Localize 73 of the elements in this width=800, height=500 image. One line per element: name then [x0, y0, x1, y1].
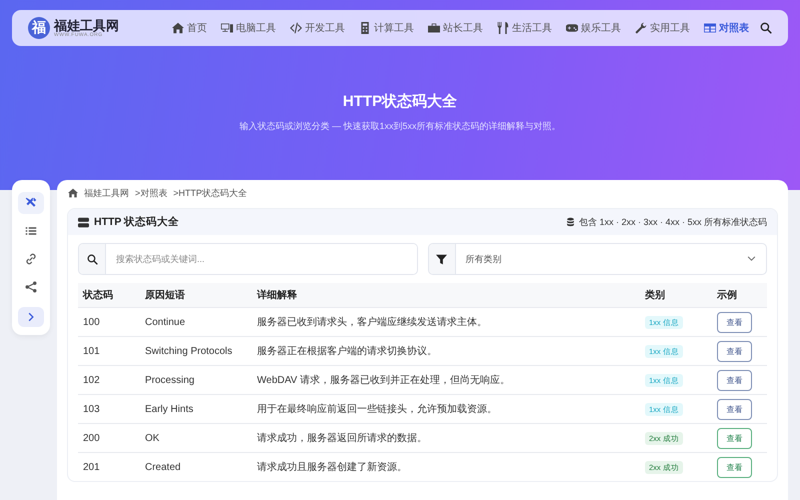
nav-link[interactable]: 开发工具 [283, 21, 352, 35]
nav-link[interactable]: 实用工具 [628, 21, 697, 35]
column-header: 类别 [640, 283, 712, 308]
server-icon [78, 216, 89, 228]
table-cell: Switching Protocols [140, 336, 252, 366]
tools-icon [25, 197, 37, 209]
view-button[interactable]: 查看 [717, 456, 752, 478]
site-name: 福娃工具网 [54, 18, 119, 32]
logo-badge: 福 [28, 17, 50, 39]
expand-button[interactable] [18, 307, 44, 327]
table-cell: 服务器已收到请求头，客户端应继续发送请求主体。 [252, 308, 640, 336]
view-button[interactable]: 查看 [717, 340, 752, 362]
table-icon [704, 22, 716, 34]
nav-link[interactable]: 计算工具 [352, 21, 421, 35]
search-button[interactable] [760, 22, 772, 34]
table-cell: 服务器正在根据客户端的请求切换协议。 [252, 336, 640, 366]
chevron-right-icon [26, 312, 36, 322]
panel-title: HTTP 状态码大全 [94, 215, 180, 229]
search-icon [86, 254, 98, 264]
table-cell: 103 [78, 394, 140, 424]
table-cell: Processing [140, 366, 252, 394]
table-cell: 102 [78, 366, 140, 394]
table-cell: Continue [140, 308, 252, 336]
column-header: 原因短语 [140, 283, 252, 308]
table-cell: WebDAV 请求，服务器已收到并正在处理，但尚无响应。 [252, 366, 640, 394]
utensils-icon [497, 22, 509, 34]
table-cell: 请求成功且服务器创建了新资源。 [252, 452, 640, 481]
search-field[interactable]: 搜索状态码或关键词... [78, 243, 418, 275]
view-button[interactable]: 查看 [717, 312, 752, 332]
breadcrumb-link[interactable]: >对照表 [135, 186, 168, 200]
home-icon [172, 22, 184, 34]
table-cell: OK [140, 424, 252, 452]
column-header: 示例 [712, 283, 767, 308]
breadcrumb-link[interactable]: >HTTP状态码大全 [173, 186, 248, 200]
nav-link[interactable]: 站长工具 [421, 21, 490, 35]
nav-link[interactable]: 对照表 [697, 21, 756, 35]
toolbox-icon [428, 22, 440, 34]
filter-icon [436, 254, 447, 264]
table-cell: Early Hints [140, 394, 252, 424]
view-button[interactable]: 查看 [717, 398, 752, 420]
sidebar-button[interactable] [18, 192, 44, 214]
table-cell: 200 [78, 424, 140, 452]
home-icon [68, 188, 78, 198]
table-cell: 201 [78, 452, 140, 481]
calculator-icon [359, 22, 371, 34]
column-header: 详细解释 [252, 283, 640, 308]
nav-link[interactable]: 生活工具 [490, 21, 559, 35]
gamepad-icon [566, 22, 578, 34]
breadcrumb-link[interactable]: 福娃工具网 [84, 186, 129, 200]
view-button[interactable]: 查看 [717, 370, 752, 390]
page-title: HTTP状态码大全 [342, 92, 458, 111]
list-icon [25, 225, 37, 237]
nav-link[interactable]: 娱乐工具 [559, 21, 628, 35]
code-icon [290, 22, 302, 34]
wrench-icon [635, 22, 647, 34]
monitor-icon [221, 22, 233, 34]
nav-link[interactable]: 电脑工具 [214, 21, 283, 35]
table-cell: 用于在最终响应前返回一些链接头，允许预加载资源。 [252, 394, 640, 424]
search-icon [760, 22, 772, 34]
column-header: 状态码 [78, 283, 140, 308]
chevron-down-icon [747, 254, 756, 263]
table-cell: 请求成功，服务器返回所请求的数据。 [252, 424, 640, 452]
page-subtitle: 输入状态码或浏览分类 — 快速获取1xx到5xx所有标准状态码的详细解释与对照。 [238, 120, 562, 133]
share-icon [25, 281, 37, 293]
coverage-note: 包含 1xx · 2xx · 3xx · 4xx · 5xx 所有标准状态码 [578, 216, 767, 228]
table-cell: 101 [78, 336, 140, 366]
view-button[interactable]: 查看 [717, 428, 752, 448]
category-dropdown[interactable]: 所有类别 [428, 243, 767, 275]
database-icon [566, 217, 575, 227]
nav-link[interactable]: 首页 [165, 21, 214, 35]
table-cell: Created [140, 452, 252, 481]
link-icon [25, 253, 37, 265]
table-cell: 100 [78, 308, 140, 336]
